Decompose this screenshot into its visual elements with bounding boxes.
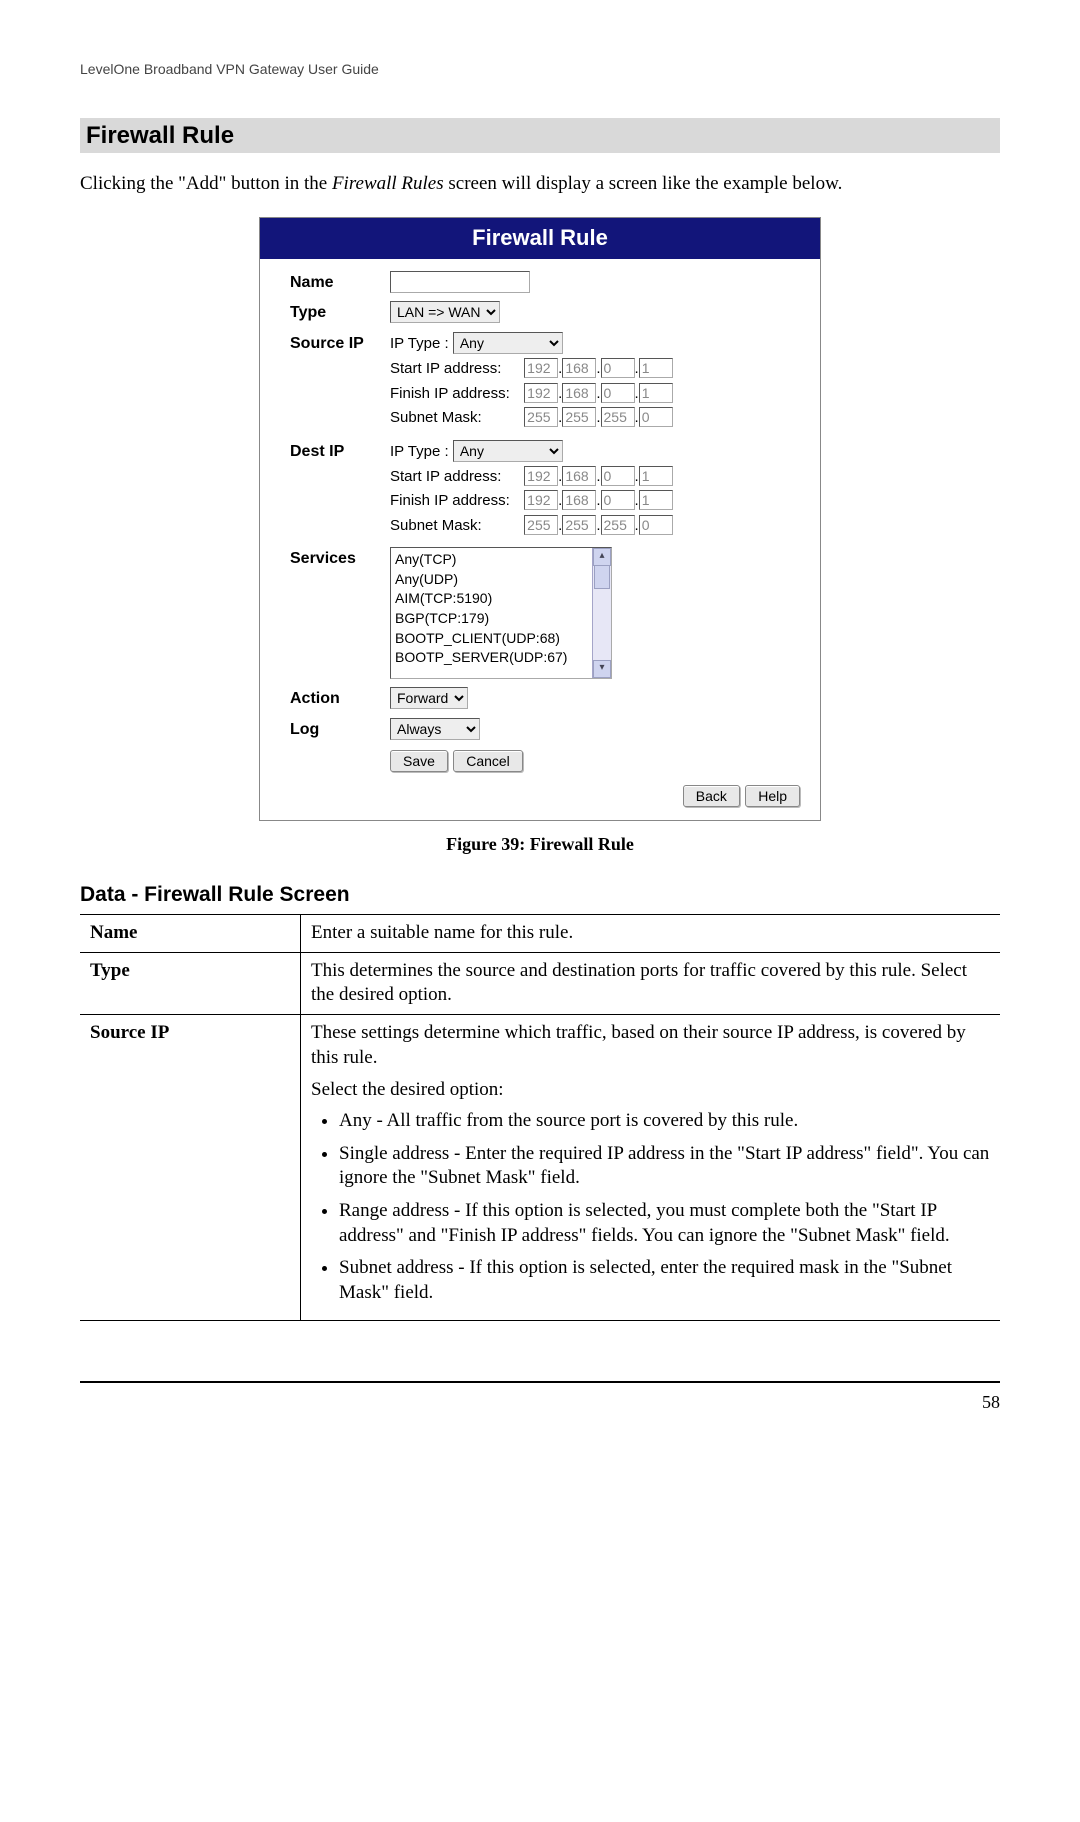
src-startip-oct3[interactable]	[601, 358, 635, 378]
intro-pre: Clicking the "Add" button in the	[80, 173, 332, 194]
dst-startip-oct2[interactable]	[562, 466, 596, 486]
dst-finiship-oct1[interactable]	[524, 490, 558, 510]
action-label: Action	[270, 687, 390, 710]
subsection-title: Data - Firewall Rule Screen	[80, 881, 1000, 908]
intro-italic: Firewall Rules	[332, 173, 444, 194]
name-input[interactable]	[390, 271, 530, 293]
services-scrollbar[interactable]: ▴ ▾	[592, 548, 611, 678]
src-finiship-oct3[interactable]	[601, 383, 635, 403]
cancel-button[interactable]: Cancel	[453, 750, 523, 772]
dst-subnet-oct2[interactable]	[562, 515, 596, 535]
section-title: Firewall Rule	[80, 118, 1000, 153]
row-label: Source IP	[80, 1014, 301, 1320]
row-label: Name	[80, 914, 301, 952]
bullet-item: Single address - Enter the required IP a…	[339, 1142, 990, 1191]
services-option[interactable]: Any(UDP)	[395, 570, 607, 590]
row-desc: This determines the source and destinati…	[301, 952, 1001, 1014]
dst-finiship-oct2[interactable]	[562, 490, 596, 510]
src-startip-oct1[interactable]	[524, 358, 558, 378]
log-label: Log	[270, 718, 390, 741]
running-header: LevelOne Broadband VPN Gateway User Guid…	[80, 60, 1000, 78]
src-subnet-oct1[interactable]	[524, 407, 558, 427]
table-row: Type This determines the source and dest…	[80, 952, 1000, 1014]
row-label: Type	[80, 952, 301, 1014]
log-select[interactable]: Always	[390, 718, 480, 740]
dst-iptype-select[interactable]: Any	[453, 440, 563, 462]
type-label: Type	[270, 301, 390, 324]
back-button[interactable]: Back	[683, 785, 740, 807]
action-select[interactable]: Forward	[390, 687, 468, 709]
scroll-down-icon[interactable]: ▾	[593, 660, 611, 678]
source-ip-label: Source IP	[270, 332, 390, 355]
row-desc: These settings determine which traffic, …	[301, 1014, 1001, 1320]
src-startip-oct4[interactable]	[639, 358, 673, 378]
table-row: Source IP These settings determine which…	[80, 1014, 1000, 1320]
services-option[interactable]: BOOTP_SERVER(UDP:67)	[395, 648, 607, 668]
src-subnet-oct3[interactable]	[601, 407, 635, 427]
scroll-up-icon[interactable]: ▴	[593, 548, 611, 566]
services-option[interactable]: BOOTP_CLIENT(UDP:68)	[395, 629, 607, 649]
page-number: 58	[80, 1391, 1000, 1414]
src-finiship-oct4[interactable]	[639, 383, 673, 403]
help-button[interactable]: Help	[745, 785, 800, 807]
intro-paragraph: Clicking the "Add" button in the Firewal…	[80, 172, 1000, 197]
footer-rule	[80, 1381, 1000, 1383]
src-subnet-label: Subnet Mask:	[390, 408, 520, 428]
row-desc-select: Select the desired option:	[311, 1078, 990, 1103]
save-button[interactable]: Save	[390, 750, 448, 772]
bullet-item: Any - All traffic from the source port i…	[339, 1109, 990, 1134]
row-desc: Enter a suitable name for this rule.	[301, 914, 1001, 952]
dst-startip-label: Start IP address:	[390, 467, 520, 487]
table-row: Name Enter a suitable name for this rule…	[80, 914, 1000, 952]
src-finiship-oct1[interactable]	[524, 383, 558, 403]
src-startip-oct2[interactable]	[562, 358, 596, 378]
services-option[interactable]: Any(TCP)	[395, 550, 607, 570]
services-listbox[interactable]: Any(TCP) Any(UDP) AIM(TCP:5190) BGP(TCP:…	[390, 547, 612, 679]
src-finiship-label: Finish IP address:	[390, 384, 520, 404]
dest-ip-label: Dest IP	[270, 440, 390, 463]
src-iptype-select[interactable]: Any	[453, 332, 563, 354]
src-iptype-label: IP Type :	[390, 335, 449, 352]
row-desc-intro: These settings determine which traffic, …	[311, 1021, 990, 1070]
intro-post: screen will display a screen like the ex…	[444, 173, 843, 194]
dst-startip-oct3[interactable]	[601, 466, 635, 486]
dst-startip-oct1[interactable]	[524, 466, 558, 486]
dst-subnet-oct1[interactable]	[524, 515, 558, 535]
dst-startip-oct4[interactable]	[639, 466, 673, 486]
src-startip-label: Start IP address:	[390, 359, 520, 379]
dst-iptype-label: IP Type :	[390, 443, 449, 460]
dst-finiship-oct3[interactable]	[601, 490, 635, 510]
services-label: Services	[270, 547, 390, 570]
src-subnet-oct4[interactable]	[639, 407, 673, 427]
dst-finiship-label: Finish IP address:	[390, 491, 520, 511]
type-select[interactable]: LAN => WAN	[390, 301, 500, 323]
dst-subnet-label: Subnet Mask:	[390, 516, 520, 536]
src-subnet-oct2[interactable]	[562, 407, 596, 427]
dst-subnet-oct4[interactable]	[639, 515, 673, 535]
panel-titlebar: Firewall Rule	[260, 218, 820, 259]
bullet-item: Subnet address - If this option is selec…	[339, 1256, 990, 1305]
services-option[interactable]: BGP(TCP:179)	[395, 609, 607, 629]
name-label: Name	[270, 271, 390, 294]
bullet-item: Range address - If this option is select…	[339, 1199, 990, 1248]
data-table: Name Enter a suitable name for this rule…	[80, 914, 1000, 1321]
firewall-rule-panel: Firewall Rule Name Type LAN => WAN Sourc…	[259, 217, 821, 821]
scroll-thumb[interactable]	[594, 565, 610, 589]
figure-caption: Figure 39: Firewall Rule	[80, 833, 1000, 856]
src-finiship-oct2[interactable]	[562, 383, 596, 403]
dst-finiship-oct4[interactable]	[639, 490, 673, 510]
services-option[interactable]: AIM(TCP:5190)	[395, 589, 607, 609]
dst-subnet-oct3[interactable]	[601, 515, 635, 535]
